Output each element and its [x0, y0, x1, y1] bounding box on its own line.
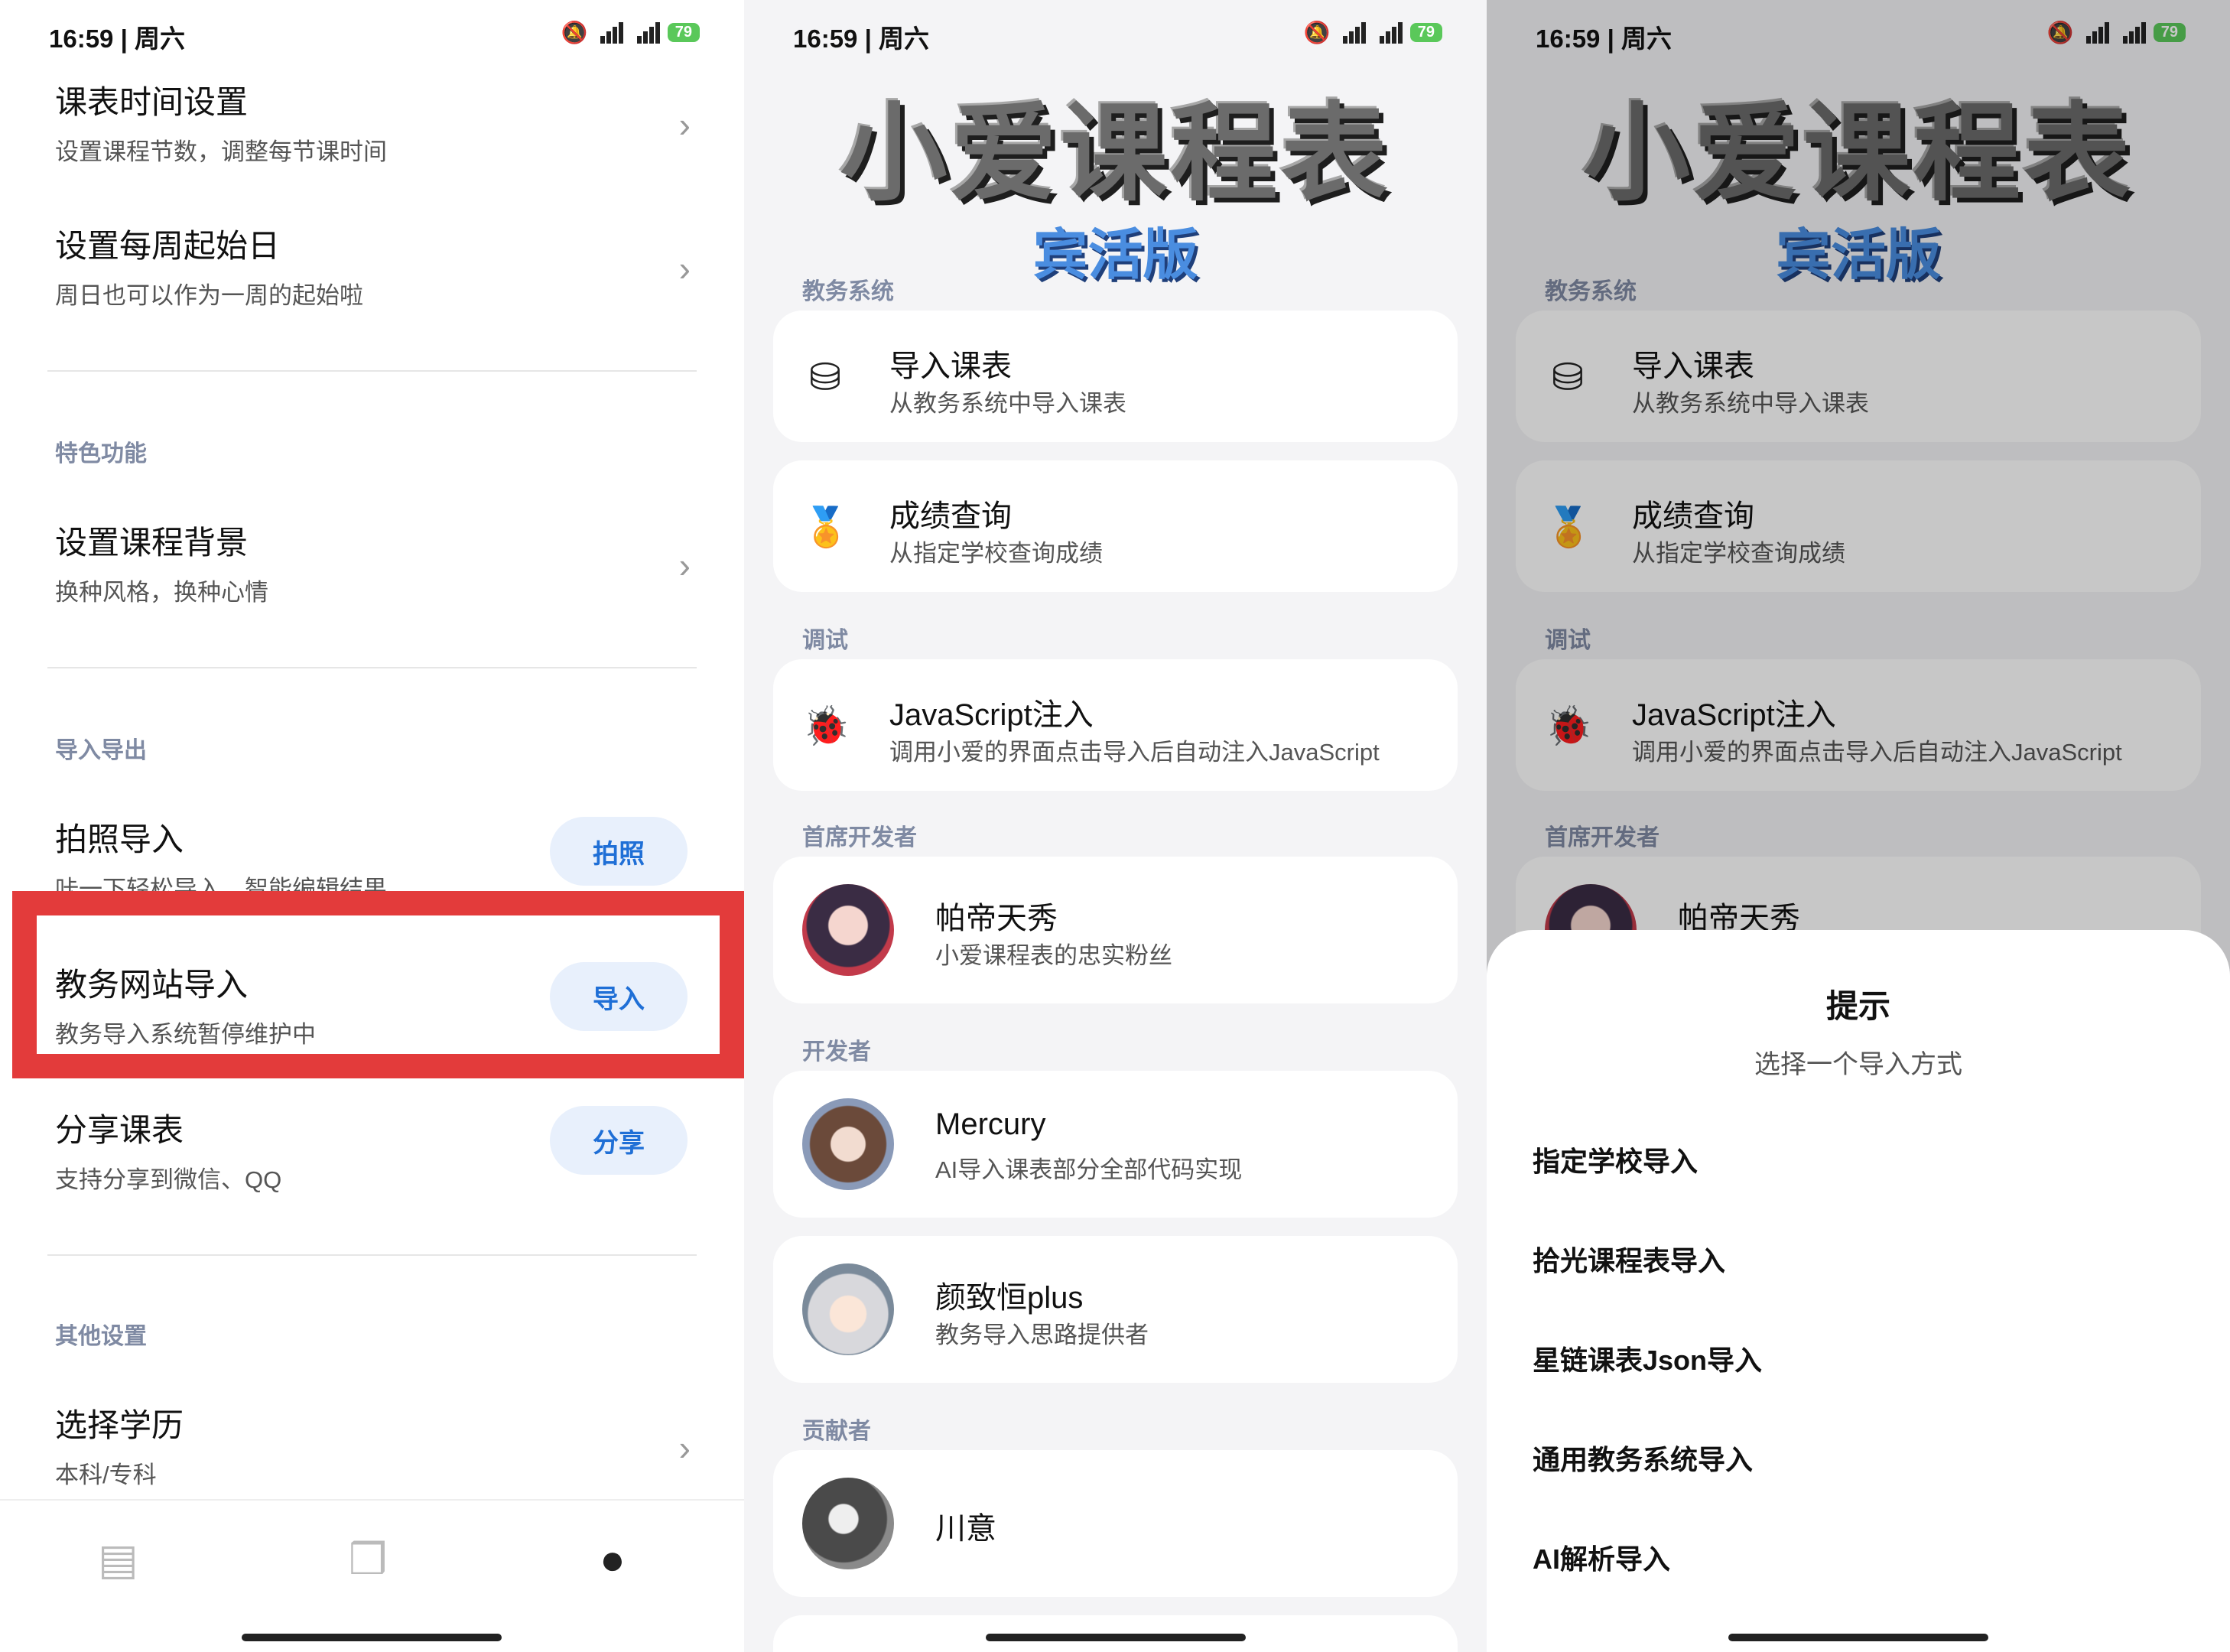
mute-bell-icon: 🔕 — [561, 21, 588, 44]
battery-icon: 79 — [667, 23, 700, 42]
medal-icon: 🏅 — [802, 506, 850, 548]
import-schedule-card[interactable]: ⛁ 导入课表 从教务系统中导入课表 — [773, 311, 1458, 442]
course-background-row[interactable]: 设置课程背景 换种风格，换种心情 › — [55, 517, 698, 607]
profile-tab-icon[interactable]: ● — [600, 1534, 626, 1584]
signal-icon — [631, 21, 662, 44]
row-subtitle: 设置课程节数，调整每节课时间 — [55, 138, 387, 165]
contributor-card[interactable]: 川意 — [773, 1450, 1458, 1597]
settings-panel: 16:59 | 周六 🔕 79 课表时间设置 设置课程节数，调整每节课时间 › … — [0, 0, 744, 1652]
card-title: 成绩查询 — [889, 499, 1012, 533]
avatar — [802, 1263, 894, 1355]
option-school-import[interactable]: 指定学校导入 — [1533, 1140, 1698, 1179]
status-time: 16:59 | 周六 — [49, 24, 185, 53]
group-chief: 首席开发者 — [802, 825, 917, 850]
divider — [47, 1254, 697, 1256]
dev-card-mercury[interactable]: Mercury AI导入课表部分全部代码实现 — [773, 1071, 1458, 1218]
card-subtitle: 从指定学校查询成绩 — [889, 540, 1103, 567]
grades-card[interactable]: 🏅 成绩查询 从指定学校查询成绩 — [773, 460, 1458, 592]
section-features: 特色功能 — [55, 441, 147, 467]
status-bar: 16:59 | 周六 🔕 79 — [0, 0, 744, 67]
class-time-settings-row[interactable]: 课表时间设置 设置课程节数，调整每节课时间 › — [55, 76, 698, 167]
sheet-title: 提示 — [1825, 988, 1890, 1024]
chief-dev-card[interactable]: 帕帝天秀 小爱课程表的忠实粉丝 — [773, 857, 1458, 1003]
week-start-row[interactable]: 设置每周起始日 周日也可以作为一周的起始啦 › — [55, 220, 698, 311]
red-highlight-box — [12, 891, 744, 1078]
signal-icon — [1373, 21, 1404, 44]
card-title: Mercury — [935, 1107, 1046, 1141]
card-subtitle: AI导入课表部分全部代码实现 — [935, 1156, 1243, 1183]
card-title: 川意 — [935, 1512, 996, 1546]
status-icons: 🔕 79 — [561, 20, 700, 45]
row-subtitle: 本科/专科 — [55, 1462, 157, 1488]
chevron-right-icon: › — [678, 105, 691, 145]
bug-icon: 🐞 — [802, 704, 850, 747]
card-subtitle: 教务导入思路提供者 — [935, 1322, 1149, 1348]
row-subtitle: 换种风格，换种心情 — [55, 579, 268, 606]
notes-tab-icon[interactable]: ❒ — [349, 1534, 387, 1585]
row-title: 设置课程背景 — [55, 525, 249, 561]
avatar — [802, 1478, 894, 1569]
card-subtitle: 调用小爱的界面点击导入后自动注入JavaScript — [889, 739, 1380, 766]
home-indicator — [1728, 1634, 1988, 1641]
section-import-export: 导入导出 — [55, 738, 147, 763]
divider — [47, 370, 697, 372]
card-subtitle: 从教务系统中导入课表 — [889, 390, 1126, 417]
card-subtitle: 小爱课程表的忠实粉丝 — [935, 942, 1172, 969]
database-upload-icon: ⛁ — [809, 356, 841, 398]
avatar — [802, 884, 894, 976]
home-indicator — [242, 1634, 502, 1641]
import-sheet-panel: 16:59 | 周六 🔕 79 小爱课程表 宾活版 教务系统 ⛁ 导入课表 从教… — [1487, 0, 2230, 1652]
chevron-right-icon: › — [678, 545, 691, 585]
photo-button[interactable]: 拍照 — [550, 817, 688, 886]
schedule-tab-icon[interactable]: ▤ — [98, 1534, 138, 1585]
chevron-right-icon: › — [678, 249, 691, 288]
row-subtitle: 周日也可以作为一周的起始啦 — [55, 282, 363, 309]
option-ai-import[interactable]: AI解析导入 — [1533, 1537, 1670, 1577]
sheet-subtitle: 选择一个导入方式 — [1754, 1050, 1962, 1079]
row-title: 设置每周起始日 — [55, 228, 281, 264]
status-icons: 🔕 79 — [1304, 20, 1442, 45]
app-logo: 小爱课程表 宾活版 — [744, 67, 1487, 290]
group-dev: 开发者 — [802, 1039, 871, 1065]
status-time: 16:59 | 周六 — [793, 24, 929, 53]
bottom-tab-bar: ▤ ❒ ● — [0, 1499, 744, 1652]
avatar — [802, 1098, 894, 1190]
section-other: 其他设置 — [55, 1324, 147, 1349]
battery-icon: 79 — [1409, 23, 1442, 42]
import-method-sheet: 提示 选择一个导入方式 指定学校导入 拾光课程表导入 星链课表Json导入 通用… — [1487, 930, 2230, 1652]
group-contrib: 贡献者 — [802, 1419, 871, 1444]
logo-main: 小爱课程表 — [840, 92, 1391, 216]
mute-bell-icon: 🔕 — [1303, 21, 1331, 44]
signal-icon — [594, 21, 625, 44]
signal-icon — [1337, 21, 1367, 44]
group-debug: 调试 — [802, 628, 848, 653]
option-shiguang-import[interactable]: 拾光课程表导入 — [1533, 1239, 1725, 1279]
row-title: 课表时间设置 — [55, 84, 249, 120]
card-title: 帕帝天秀 — [935, 902, 1058, 935]
option-generic-edu-import[interactable]: 通用教务系统导入 — [1533, 1438, 1753, 1478]
status-bar: 16:59 | 周六 🔕 79 — [744, 0, 1487, 67]
dev-card-yan[interactable]: 颜致恒plus 教务导入思路提供者 — [773, 1236, 1458, 1383]
card-title: 导入课表 — [889, 350, 1012, 383]
card-title: 颜致恒plus — [935, 1281, 1084, 1315]
chevron-right-icon: › — [678, 1428, 691, 1468]
option-json-import[interactable]: 星链课表Json导入 — [1533, 1338, 1762, 1378]
row-title: 选择学历 — [55, 1407, 184, 1443]
card-title: JavaScript注入 — [889, 698, 1094, 732]
group-edu: 教务系统 — [802, 279, 894, 304]
about-panel: 16:59 | 周六 🔕 79 小爱课程表 宾活版 教务系统 ⛁ 导入课表 从教… — [744, 0, 1487, 1652]
home-indicator — [986, 1634, 1246, 1641]
divider — [47, 667, 697, 668]
js-inject-card[interactable]: 🐞 JavaScript注入 调用小爱的界面点击导入后自动注入JavaScrip… — [773, 659, 1458, 791]
share-button[interactable]: 分享 — [550, 1106, 688, 1175]
education-level-row[interactable]: 选择学历 本科/专科 › — [55, 1400, 698, 1490]
